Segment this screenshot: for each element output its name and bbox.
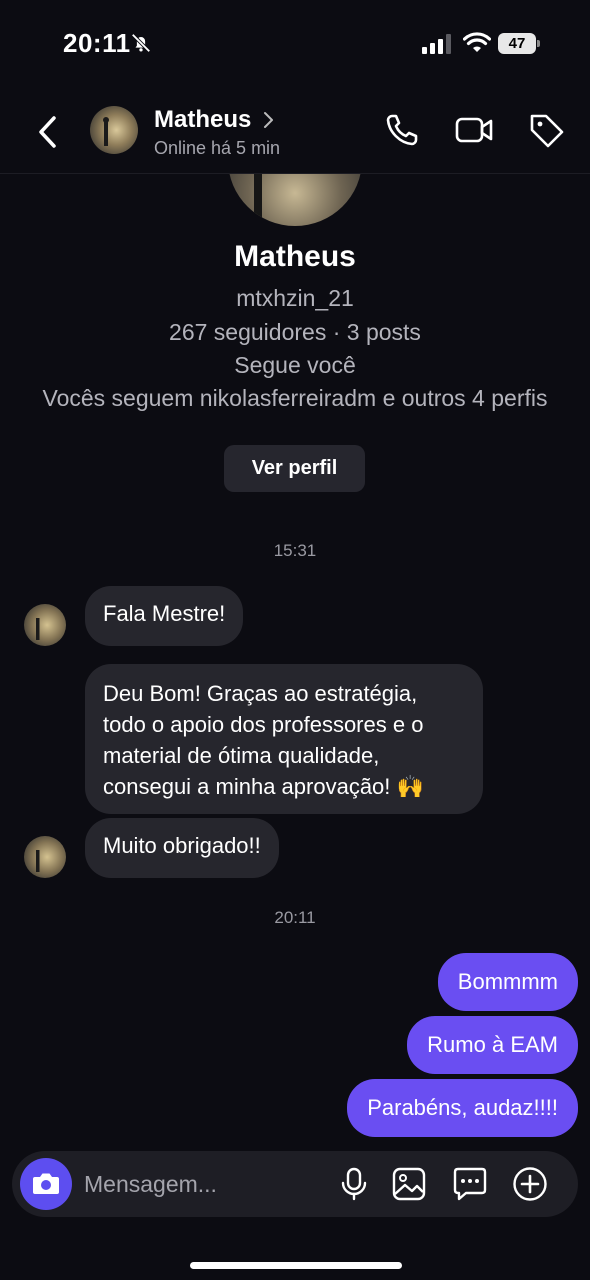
tag-icon[interactable] xyxy=(528,112,566,150)
message-composer xyxy=(12,1151,578,1217)
sender-avatar-image xyxy=(24,604,66,646)
chat-header: Matheus Online há 5 min xyxy=(0,90,590,174)
profile-name: Matheus xyxy=(234,240,356,273)
camera-icon xyxy=(33,1173,59,1194)
sender-avatar[interactable] xyxy=(24,604,66,646)
battery-level: 47 xyxy=(498,33,536,54)
battery-indicator: 47 xyxy=(498,33,540,54)
follows-you-label: Segue você xyxy=(234,352,356,378)
video-call-icon[interactable] xyxy=(454,114,494,146)
battery-cap xyxy=(537,40,540,47)
incoming-message[interactable]: Deu Bom! Graças ao estratégia, todo o ap… xyxy=(85,664,483,814)
message-timestamp: 15:31 xyxy=(273,541,317,560)
online-status: Online há 5 min xyxy=(154,138,281,158)
signal-icon xyxy=(422,34,451,54)
profile-stats: 267 seguidores · 3 posts xyxy=(169,319,421,345)
profile-username: mtxhzin_21 xyxy=(236,285,354,311)
phone-icon[interactable] xyxy=(384,112,420,148)
view-profile-button[interactable]: Ver perfil xyxy=(224,445,365,492)
sender-avatar[interactable] xyxy=(24,836,66,878)
chevron-right-icon[interactable] xyxy=(262,110,276,130)
gallery-icon[interactable] xyxy=(392,1167,426,1201)
outgoing-message[interactable]: Bommmm xyxy=(437,953,578,1011)
outgoing-message[interactable]: Rumo à EAM xyxy=(407,1016,578,1074)
back-icon[interactable] xyxy=(34,114,62,150)
camera-button[interactable] xyxy=(20,1158,72,1210)
message-input[interactable] xyxy=(84,1168,324,1200)
status-time: 20:11 xyxy=(63,28,131,58)
message-timestamp: 20:11 xyxy=(274,908,316,927)
incoming-message[interactable]: Fala Mestre! xyxy=(85,586,244,646)
status-bar: 20:11 47 xyxy=(0,0,590,90)
mic-icon[interactable] xyxy=(338,1167,370,1201)
plus-icon[interactable] xyxy=(512,1166,548,1202)
mutual-follows: Vocês seguem nikolasferreiradm e outros … xyxy=(42,385,548,411)
sender-avatar-image xyxy=(24,836,66,878)
contact-name[interactable]: Matheus xyxy=(154,106,251,134)
header-avatar[interactable] xyxy=(90,106,138,154)
bell-muted-icon xyxy=(131,33,151,53)
home-indicator[interactable] xyxy=(190,1262,402,1269)
sticker-icon[interactable] xyxy=(452,1166,488,1202)
wifi-icon xyxy=(463,32,491,52)
outgoing-message[interactable]: Parabéns, audaz!!!! xyxy=(347,1079,578,1137)
incoming-message[interactable]: Muito obrigado!! xyxy=(85,818,279,878)
avatar-image xyxy=(90,106,138,154)
